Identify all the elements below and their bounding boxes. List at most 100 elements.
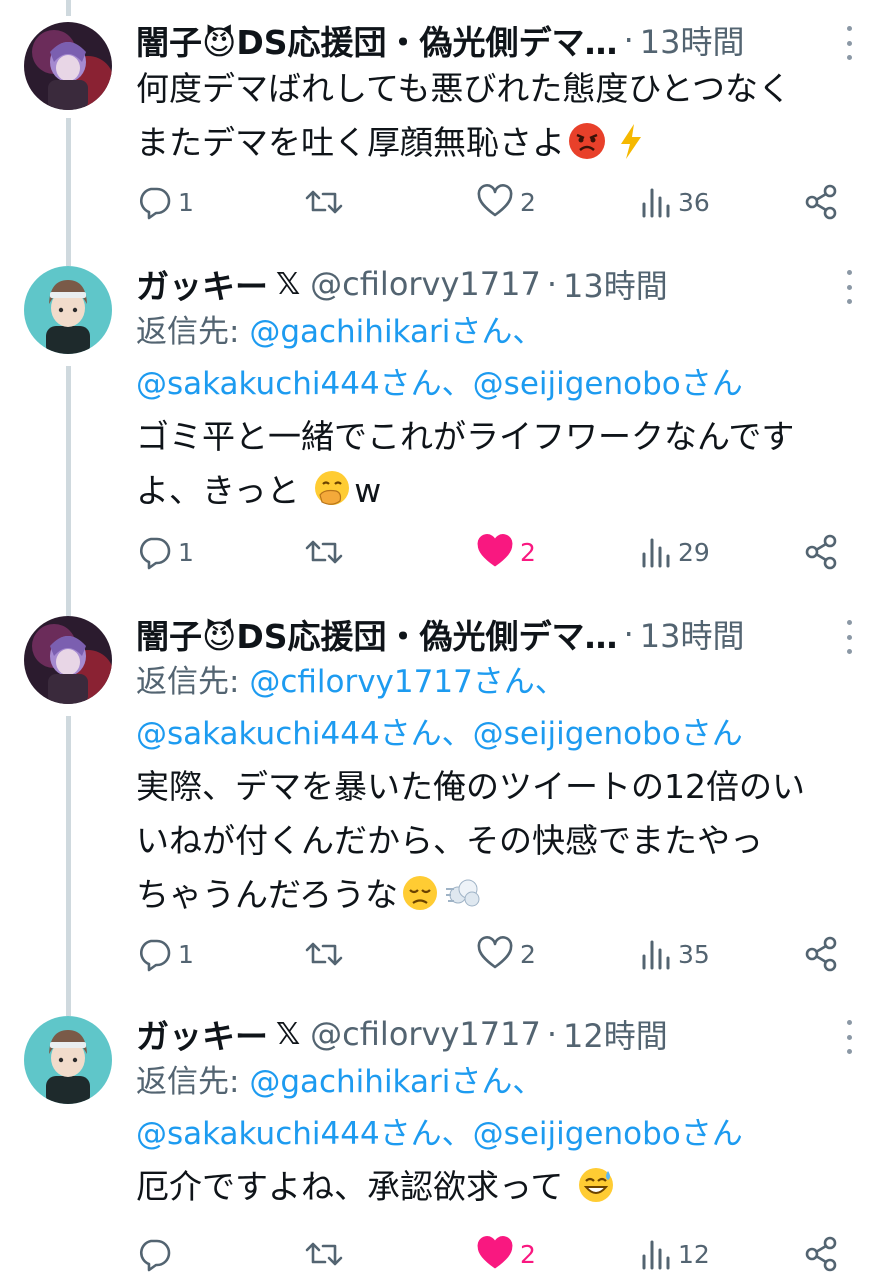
views-icon xyxy=(642,1240,670,1270)
views-button[interactable]: 36 xyxy=(640,180,710,224)
like-button[interactable]: 2 xyxy=(476,180,536,224)
reply-to-label: 返信先: xyxy=(136,1064,250,1100)
x-verified-badge: 𝕏 xyxy=(276,1016,301,1052)
angry-face-icon xyxy=(569,123,605,159)
tweet[interactable]: ガッキー 𝕏 @cfilorvy1717 · 12時間 返信先: @gachih… xyxy=(0,1002,882,1280)
timestamp[interactable]: 13時間 xyxy=(640,612,745,656)
mention-link[interactable]: @sakakuchi444さん、 xyxy=(136,716,473,752)
reply-to-label: 返信先: xyxy=(136,664,250,700)
views-icon xyxy=(642,940,670,970)
like-button[interactable]: 2 xyxy=(476,1232,536,1276)
mention-link[interactable]: @cfilorvy1717さん、 xyxy=(249,664,565,700)
reply-count: 1 xyxy=(178,187,194,217)
dash-puff-icon xyxy=(446,879,480,907)
share-icon xyxy=(805,936,837,972)
lightning-icon xyxy=(621,124,641,159)
views-icon xyxy=(642,538,670,568)
retweet-icon xyxy=(305,942,343,966)
like-count: 2 xyxy=(520,939,536,969)
mention-link[interactable]: @gachihikariさん、 xyxy=(249,314,543,350)
mention-link[interactable]: @seijigenoboさん xyxy=(473,366,743,402)
avatar[interactable] xyxy=(24,1016,112,1104)
tweet-text: 厄介ですよね、承認欲求って xyxy=(136,1160,866,1214)
mention-link[interactable]: @sakakuchi444さん、 xyxy=(136,366,473,402)
like-button[interactable]: 2 xyxy=(476,530,536,574)
tweet-text: ゴミ平と一緒でこれがライフワークなんです よ、きっと w xyxy=(136,410,866,518)
retweet-button[interactable] xyxy=(304,932,350,976)
separator: · xyxy=(546,1015,558,1053)
handle[interactable]: @cfilorvy1717 xyxy=(310,1015,541,1053)
share-button[interactable] xyxy=(804,180,838,224)
share-button[interactable] xyxy=(804,1232,838,1276)
tweet-text-line: よ、きっと xyxy=(136,471,300,510)
views-button[interactable]: 29 xyxy=(640,530,710,574)
retweet-button[interactable] xyxy=(304,1232,350,1276)
timestamp[interactable]: 12時間 xyxy=(563,1012,668,1056)
like-count: 2 xyxy=(520,187,536,217)
avatar[interactable] xyxy=(24,266,112,354)
tweet-text-line: 実際、デマを暴いた俺のツイートの12倍のい xyxy=(136,767,805,806)
action-bar: 1 2 36 xyxy=(136,180,856,224)
views-icon xyxy=(642,188,670,218)
reply-button[interactable] xyxy=(136,1232,178,1276)
avatar[interactable] xyxy=(24,616,112,704)
mention-link[interactable]: @sakakuchi444さん、 xyxy=(136,1116,473,1152)
views-button[interactable]: 12 xyxy=(640,1232,710,1276)
reply-to: 返信先: @gachihikariさん、 @sakakuchi444さん、@se… xyxy=(136,1056,856,1160)
more-icon[interactable] xyxy=(844,620,854,654)
avatar[interactable] xyxy=(24,22,112,110)
display-name[interactable]: 闇子😈DS応援団・偽光側デマ… xyxy=(136,612,618,656)
view-count: 36 xyxy=(678,187,710,217)
timestamp[interactable]: 13時間 xyxy=(640,18,745,62)
heart-icon xyxy=(477,534,513,567)
timestamp[interactable]: 13時間 xyxy=(563,262,668,306)
like-count: 2 xyxy=(520,537,536,567)
action-bar: 1 2 35 xyxy=(136,932,856,976)
reply-icon xyxy=(139,187,171,220)
more-icon[interactable] xyxy=(844,270,854,304)
display-name[interactable]: 闇子😈DS応援団・偽光側デマ… xyxy=(136,18,618,62)
retweet-button[interactable] xyxy=(304,180,350,224)
more-icon[interactable] xyxy=(844,26,854,60)
reply-to: 返信先: @cfilorvy1717さん、 @sakakuchi444さん、@s… xyxy=(136,656,856,760)
action-bar: 1 2 29 xyxy=(136,530,856,574)
tweet[interactable]: ガッキー 𝕏 @cfilorvy1717 · 13時間 返信先: @gachih… xyxy=(0,250,882,602)
reply-button[interactable]: 1 xyxy=(136,932,194,976)
retweet-icon xyxy=(305,1242,343,1266)
display-name[interactable]: ガッキー xyxy=(136,262,268,306)
share-button[interactable] xyxy=(804,932,838,976)
share-button[interactable] xyxy=(804,530,838,574)
reply-icon xyxy=(139,537,171,570)
retweet-button[interactable] xyxy=(304,530,350,574)
views-button[interactable]: 35 xyxy=(640,932,710,976)
heart-icon xyxy=(477,184,513,217)
tweet-text-line: 何度デマばれしても悪びれた態度ひとつなく xyxy=(136,69,792,108)
like-button[interactable]: 2 xyxy=(476,932,536,976)
mention-link[interactable]: @seijigenoboさん xyxy=(473,1116,743,1152)
view-count: 12 xyxy=(678,1239,710,1269)
display-name[interactable]: ガッキー xyxy=(136,1012,268,1056)
tweet[interactable]: 闇子😈DS応援団・偽光側デマ… · 13時間 返信先: @cfilorvy171… xyxy=(0,602,882,1002)
reply-icon xyxy=(139,939,171,972)
reply-button[interactable]: 1 xyxy=(136,180,194,224)
action-bar: 2 12 xyxy=(136,1232,856,1276)
handle[interactable]: @cfilorvy1717 xyxy=(310,265,541,303)
more-icon[interactable] xyxy=(844,1020,854,1054)
mention-link[interactable]: @seijigenoboさん xyxy=(473,716,743,752)
like-count: 2 xyxy=(520,1239,536,1269)
tweet-text-line: ちゃうんだろうな xyxy=(136,875,399,914)
reply-button[interactable]: 1 xyxy=(136,530,194,574)
tweet-text-line: またデマを吐く厚顔無恥さよ xyxy=(136,123,565,162)
tweet-text: 何度デマばれしても悪びれた態度ひとつなく またデマを吐く厚顔無恥さよ xyxy=(136,62,866,170)
tweet[interactable]: 闇子😈DS応援団・偽光側デマ… · 13時間 何度デマばれしても悪びれた態度ひと… xyxy=(0,0,882,250)
reply-count: 1 xyxy=(178,939,194,969)
tweet-text-suffix: w xyxy=(354,471,382,510)
view-count: 29 xyxy=(678,537,710,567)
separator: · xyxy=(546,265,558,303)
grinning-sweat-face-icon xyxy=(578,1168,613,1202)
mention-link[interactable]: @gachihikariさん、 xyxy=(249,1064,543,1100)
separator: · xyxy=(623,615,634,653)
share-icon xyxy=(805,534,837,570)
separator: · xyxy=(623,21,634,59)
retweet-icon xyxy=(305,190,343,214)
